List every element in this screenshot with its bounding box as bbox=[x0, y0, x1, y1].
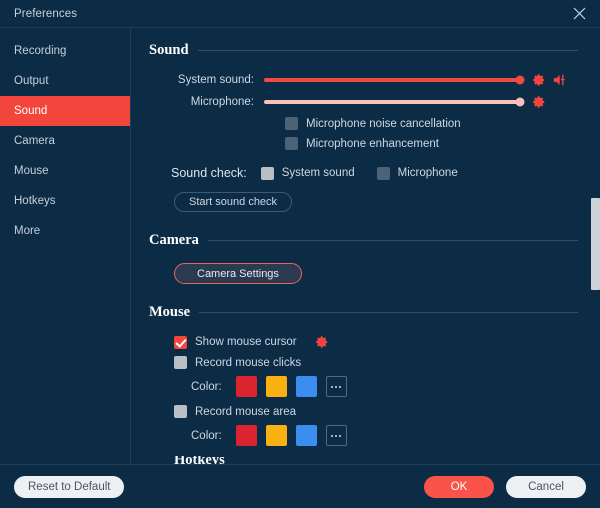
sidebar: Recording Output Sound Camera Mouse Hotk… bbox=[0, 28, 131, 464]
checkbox-label: Record mouse clicks bbox=[195, 356, 302, 369]
color-swatch-yellow[interactable] bbox=[265, 425, 287, 446]
slider-handle[interactable] bbox=[515, 75, 525, 85]
record-mouse-clicks-checkbox[interactable] bbox=[174, 356, 187, 369]
sound-check-label: Sound check: bbox=[171, 166, 247, 180]
color-swatch-red[interactable] bbox=[235, 376, 257, 397]
color-swatch-yellow[interactable] bbox=[265, 376, 287, 397]
checkbox-label: System sound bbox=[281, 167, 355, 179]
checkbox-label: Microphone noise cancellation bbox=[306, 117, 461, 130]
section-header-clipped: Hotkeys bbox=[149, 456, 578, 464]
microphone-noise-cancellation-checkbox[interactable] bbox=[285, 117, 298, 130]
sound-check-system-sound-checkbox[interactable] bbox=[260, 166, 274, 180]
section-header-sound: Sound bbox=[149, 42, 578, 59]
sound-check-microphone-checkbox[interactable] bbox=[376, 166, 390, 180]
system-sound-gear-icon[interactable] bbox=[532, 73, 546, 87]
checkbox-row-record-mouse-clicks: Record mouse clicks bbox=[174, 356, 578, 369]
dot-icon bbox=[335, 434, 338, 437]
section-title: Mouse bbox=[149, 304, 191, 320]
divider bbox=[207, 240, 578, 241]
checkbox-row-noise-cancellation: Microphone noise cancellation bbox=[285, 117, 578, 130]
sidebar-item-label: Mouse bbox=[14, 165, 49, 177]
sidebar-item-sound[interactable]: Sound bbox=[0, 96, 130, 126]
checkbox-row-show-mouse-cursor: Show mouse cursor bbox=[174, 335, 578, 349]
sidebar-item-output[interactable]: Output bbox=[0, 66, 130, 96]
cancel-button[interactable]: Cancel bbox=[506, 475, 586, 498]
system-sound-row: System sound: bbox=[149, 73, 578, 87]
sound-check-row: Sound check: System sound Microphone bbox=[149, 166, 578, 180]
sidebar-item-label: More bbox=[14, 225, 41, 237]
footer-button-bar: Reset to Default OK Cancel bbox=[0, 464, 600, 508]
section-header-camera: Camera bbox=[149, 232, 578, 249]
microphone-row: Microphone: bbox=[149, 95, 578, 109]
checkbox-label: Record mouse area bbox=[195, 405, 296, 418]
color-swatch-blue[interactable] bbox=[295, 376, 317, 397]
sidebar-item-recording[interactable]: Recording bbox=[0, 36, 130, 66]
microphone-options: Microphone noise cancellation Microphone… bbox=[149, 117, 578, 150]
microphone-label: Microphone: bbox=[190, 96, 254, 108]
window-title: Preferences bbox=[14, 7, 78, 20]
color-label: Color: bbox=[191, 429, 222, 442]
checkbox-label: Microphone bbox=[397, 167, 458, 179]
color-swatch-red[interactable] bbox=[235, 425, 257, 446]
checkbox-label: Microphone enhancement bbox=[306, 137, 439, 150]
system-sound-slider[interactable] bbox=[264, 75, 525, 85]
content-area: Sound System sound: Microphone: Micropho… bbox=[131, 28, 600, 464]
dot-icon bbox=[339, 385, 342, 388]
divider bbox=[199, 312, 578, 313]
slider-handle[interactable] bbox=[515, 97, 525, 107]
more-colors-button[interactable] bbox=[325, 376, 347, 397]
camera-settings-button[interactable]: Camera Settings bbox=[174, 263, 302, 284]
body: Recording Output Sound Camera Mouse Hotk… bbox=[0, 28, 600, 464]
microphone-enhancement-checkbox[interactable] bbox=[285, 137, 298, 150]
color-swatch-blue[interactable] bbox=[295, 425, 317, 446]
speaker-mute-icon[interactable] bbox=[553, 73, 569, 87]
record-clicks-color-row: Color: bbox=[149, 376, 578, 397]
microphone-slider[interactable] bbox=[264, 97, 525, 107]
divider bbox=[197, 50, 578, 51]
color-label: Color: bbox=[191, 380, 222, 393]
sidebar-item-mouse[interactable]: Mouse bbox=[0, 156, 130, 186]
dot-icon bbox=[331, 434, 334, 437]
ok-button[interactable]: OK bbox=[424, 475, 494, 498]
sidebar-item-hotkeys[interactable]: Hotkeys bbox=[0, 186, 130, 216]
start-sound-check-button[interactable]: Start sound check bbox=[174, 192, 293, 212]
record-mouse-area-checkbox[interactable] bbox=[174, 405, 187, 418]
microphone-gear-icon[interactable] bbox=[532, 95, 546, 109]
show-mouse-cursor-gear-icon[interactable] bbox=[315, 335, 329, 349]
titlebar: Preferences bbox=[0, 0, 600, 28]
system-sound-label: System sound: bbox=[177, 74, 254, 86]
mouse-options: Show mouse cursor Record mouse clicks bbox=[149, 335, 578, 369]
settings-scroll-pane: Sound System sound: Microphone: Micropho… bbox=[131, 28, 600, 464]
dot-icon bbox=[335, 385, 338, 388]
sidebar-item-label: Hotkeys bbox=[14, 195, 56, 207]
section-title: Sound bbox=[149, 42, 189, 58]
record-area-color-row: Color: bbox=[149, 425, 578, 446]
sidebar-item-camera[interactable]: Camera bbox=[0, 126, 130, 156]
show-mouse-cursor-checkbox[interactable] bbox=[174, 335, 187, 349]
dot-icon bbox=[339, 434, 342, 437]
checkbox-row-check-system-sound: System sound bbox=[260, 166, 355, 180]
preferences-window: Preferences Recording Output Sound Camer… bbox=[0, 0, 600, 508]
sidebar-item-label: Camera bbox=[14, 135, 55, 147]
section-title: Hotkeys bbox=[174, 456, 225, 464]
checkbox-row-record-mouse-area: Record mouse area bbox=[174, 405, 578, 418]
sidebar-item-label: Output bbox=[14, 75, 49, 87]
more-colors-button[interactable] bbox=[325, 425, 347, 446]
section-header-mouse: Mouse bbox=[149, 304, 578, 321]
checkbox-label: Show mouse cursor bbox=[195, 336, 297, 348]
section-title: Camera bbox=[149, 232, 199, 248]
scrollbar-thumb[interactable] bbox=[591, 198, 600, 290]
checkbox-row-check-microphone: Microphone bbox=[376, 166, 458, 180]
reset-to-default-button[interactable]: Reset to Default bbox=[14, 475, 125, 498]
vertical-scrollbar[interactable] bbox=[589, 28, 600, 464]
checkbox-row-microphone-enhancement: Microphone enhancement bbox=[285, 137, 578, 150]
sidebar-item-label: Recording bbox=[14, 45, 67, 57]
sidebar-item-label: Sound bbox=[14, 105, 48, 117]
close-icon[interactable] bbox=[558, 0, 600, 28]
sidebar-item-more[interactable]: More bbox=[0, 216, 130, 246]
dot-icon bbox=[331, 385, 334, 388]
